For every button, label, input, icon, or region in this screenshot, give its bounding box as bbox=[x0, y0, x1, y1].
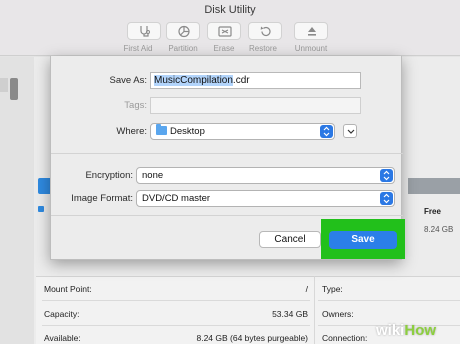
encryption-label: Encryption: bbox=[85, 170, 133, 181]
first-aid-button[interactable] bbox=[127, 22, 161, 40]
used-legend-swatch bbox=[38, 206, 44, 212]
dialog-divider bbox=[51, 215, 403, 216]
cancel-button[interactable]: Cancel bbox=[259, 231, 321, 248]
title-bar: Disk Utility First Aid Partition Erase R… bbox=[0, 0, 460, 56]
owners-label: Owners: bbox=[322, 309, 354, 319]
watermark-prefix: wiki bbox=[376, 322, 405, 339]
type-label: Type: bbox=[322, 284, 343, 294]
watermark-suffix: How bbox=[404, 322, 437, 339]
encryption-value: none bbox=[142, 170, 164, 181]
save-dialog: Save As: MusicCompilation.cdr Tags: Wher… bbox=[50, 56, 405, 260]
save-as-field[interactable]: MusicCompilation.cdr bbox=[150, 72, 361, 89]
filename-extension: .cdr bbox=[232, 75, 250, 86]
chevron-down-icon bbox=[347, 129, 355, 134]
capacity-label: Capacity: bbox=[44, 309, 80, 319]
mount-point-label: Mount Point: bbox=[44, 284, 92, 294]
where-value: Desktop bbox=[170, 126, 205, 137]
dialog-divider bbox=[51, 153, 403, 154]
where-label: Where: bbox=[116, 126, 147, 137]
mount-point-value: / bbox=[305, 284, 308, 294]
save-button[interactable]: Save bbox=[329, 231, 397, 249]
info-separator bbox=[42, 300, 310, 301]
disk-icon bbox=[10, 78, 18, 100]
free-label: Free bbox=[424, 207, 441, 216]
free-value: 8.24 GB bbox=[424, 225, 454, 234]
stethoscope-icon bbox=[140, 26, 150, 37]
chevron-updown-icon bbox=[320, 125, 333, 138]
info-separator bbox=[42, 325, 310, 326]
filename-selection: MusicCompilation bbox=[154, 75, 233, 86]
tags-label: Tags: bbox=[124, 100, 147, 111]
image-format-label: Image Format: bbox=[71, 193, 133, 204]
image-format-popup[interactable]: DVD/CD master bbox=[136, 190, 395, 207]
available-label: Available: bbox=[44, 333, 81, 343]
info-separator bbox=[318, 300, 460, 301]
watermark: wikiHow bbox=[376, 322, 436, 339]
restore-label: Restore bbox=[248, 44, 277, 53]
free-space-bar bbox=[408, 178, 460, 194]
encryption-popup[interactable]: none bbox=[136, 167, 395, 184]
capacity-value: 53.34 GB bbox=[272, 309, 308, 319]
unmount-label: Unmount bbox=[294, 44, 328, 53]
save-as-label: Save As: bbox=[109, 75, 148, 86]
restore-button[interactable] bbox=[248, 22, 282, 40]
unmount-button[interactable] bbox=[294, 22, 328, 40]
chevron-updown-icon bbox=[380, 169, 393, 182]
erase-icon bbox=[218, 26, 232, 37]
available-value: 8.24 GB (64 bytes purgeable) bbox=[196, 333, 308, 343]
pie-chart-icon bbox=[178, 25, 190, 38]
expand-dialog-button[interactable] bbox=[343, 124, 357, 138]
window-title: Disk Utility bbox=[204, 4, 256, 16]
image-format-value: DVD/CD master bbox=[142, 193, 211, 204]
folder-icon bbox=[156, 124, 167, 135]
partition-button[interactable] bbox=[166, 22, 200, 40]
sidebar-selection bbox=[0, 78, 8, 92]
info-divider bbox=[314, 276, 315, 344]
where-popup[interactable]: Desktop bbox=[150, 123, 335, 140]
eject-icon bbox=[308, 27, 316, 36]
erase-button[interactable] bbox=[207, 22, 241, 40]
tags-field[interactable] bbox=[150, 97, 361, 114]
connection-label: Connection: bbox=[322, 333, 368, 343]
chevron-updown-icon bbox=[380, 192, 393, 205]
restore-icon bbox=[260, 26, 271, 37]
sidebar bbox=[0, 57, 34, 344]
